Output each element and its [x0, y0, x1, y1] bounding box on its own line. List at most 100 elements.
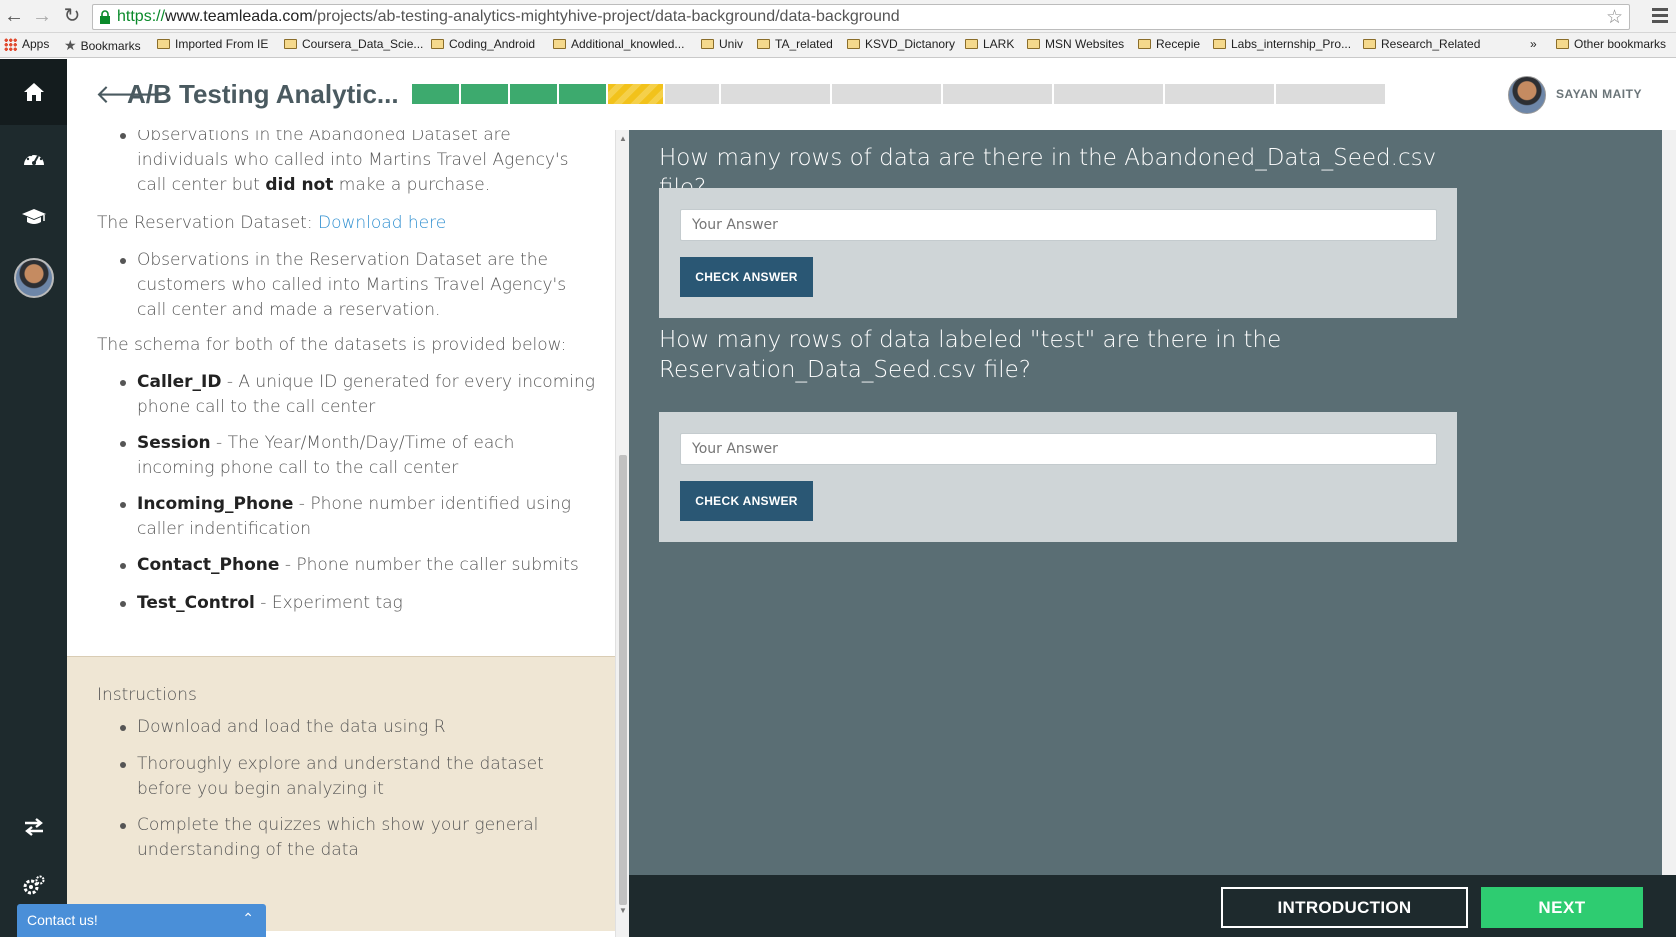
folder-icon	[1027, 39, 1040, 49]
folder-icon	[1363, 39, 1376, 49]
list-item: Observations in the Abandoned Dataset ar…	[120, 130, 597, 198]
apps-grid-icon	[4, 37, 17, 51]
lesson-scrollbar[interactable]: ▲ ▼	[615, 130, 629, 937]
sidebar-profile[interactable]	[0, 245, 67, 311]
schema-item: Contact_Phone - Phone number the caller …	[120, 553, 597, 578]
scroll-up-icon[interactable]: ▲	[619, 134, 627, 143]
instructions-title: Instructions	[97, 685, 197, 705]
progress-segment-todo[interactable]	[943, 84, 1052, 104]
folder-icon	[1138, 39, 1151, 49]
progress-segment-done[interactable]	[461, 84, 508, 104]
folder-icon	[1556, 39, 1569, 49]
folder-icon	[284, 39, 297, 49]
next-button[interactable]: NEXT	[1481, 887, 1643, 928]
bookmark-other[interactable]: Other bookmarks	[1556, 37, 1666, 51]
progress-bar	[412, 84, 1443, 104]
address-bar[interactable]: https://www.teamleada.com/projects/ab-te…	[92, 4, 1630, 30]
bookmark-folder[interactable]: Coursera_Data_Scie...	[284, 37, 423, 51]
folder-icon	[553, 39, 566, 49]
quiz-panel: How many rows of data are there in the A…	[629, 130, 1676, 875]
introduction-button[interactable]: INTRODUCTION	[1221, 887, 1468, 928]
answer-card: CHECK ANSWER	[659, 188, 1457, 318]
sidebar-switch[interactable]	[0, 794, 67, 860]
progress-segment-todo[interactable]	[832, 84, 941, 104]
progress-segment-todo[interactable]	[1054, 84, 1163, 104]
progress-segment-todo[interactable]	[665, 84, 719, 104]
lock-icon	[100, 10, 110, 24]
progress-segment-todo[interactable]	[1276, 84, 1385, 104]
bookmark-folder[interactable]: Additional_knowled...	[553, 37, 684, 51]
schema-intro: The schema for both of the datasets is p…	[97, 335, 567, 355]
bookmark-folder[interactable]: Research_Related	[1363, 37, 1480, 51]
bookmark-bookmarks[interactable]: ★ Bookmarks	[64, 37, 141, 54]
url-text: https://www.teamleada.com/projects/ab-te…	[117, 8, 900, 25]
bookmark-star-icon[interactable]: ☆	[1606, 6, 1623, 29]
folder-icon	[1213, 39, 1226, 49]
home-icon	[23, 83, 44, 101]
question-text: How many rows of data labeled "test" are…	[659, 327, 1282, 383]
reservation-dataset-paragraph: The Reservation Dataset: Download here	[97, 213, 447, 233]
star-icon: ★	[64, 37, 77, 53]
folder-icon	[757, 39, 770, 49]
schema-item: Session - The Year/Month/Day/Time of eac…	[120, 431, 597, 481]
course-title[interactable]: A/B Testing Analytic...	[127, 79, 399, 110]
swap-icon	[24, 818, 43, 836]
folder-icon	[965, 39, 978, 49]
bookmark-folder[interactable]: KSVD_Dictanory	[847, 37, 955, 51]
reload-icon[interactable]: ↻	[60, 4, 84, 28]
browser-toolbar: ← → ↻ https://www.teamleada.com/projects…	[0, 0, 1676, 33]
user-avatar[interactable]	[1508, 76, 1546, 114]
download-reservation-link[interactable]: Download here	[318, 213, 446, 233]
scroll-down-icon[interactable]: ▼	[619, 906, 627, 915]
bookmark-folder[interactable]: Coding_Android	[431, 37, 535, 51]
bookmark-apps[interactable]: Apps	[4, 37, 49, 51]
scrollbar-thumb[interactable]	[619, 455, 627, 905]
instruction-item: Complete the quizzes which show your gen…	[120, 813, 597, 863]
user-name[interactable]: SAYAN MAITY	[1556, 87, 1642, 101]
check-answer-button[interactable]: CHECK ANSWER	[680, 481, 813, 521]
answer-card: CHECK ANSWER	[659, 412, 1457, 542]
answer-input[interactable]	[680, 209, 1437, 241]
bookmark-folder[interactable]: Univ	[701, 37, 743, 51]
dashboard-icon	[23, 152, 44, 165]
progress-segment-done[interactable]	[412, 84, 459, 104]
sidebar-home[interactable]	[0, 59, 67, 125]
instructions-box: Instructions Download and load the data …	[67, 656, 615, 931]
folder-icon	[847, 39, 860, 49]
sidebar-dashboard[interactable]	[0, 125, 67, 191]
browser-menu-icon[interactable]	[1650, 6, 1670, 26]
forward-icon[interactable]: →	[30, 4, 54, 28]
schema-item: Incoming_Phone - Phone number identified…	[120, 492, 597, 542]
sidebar-courses[interactable]	[0, 184, 67, 250]
answer-input[interactable]	[680, 433, 1437, 465]
course-header: 🡐 A/B Testing Analytic... SAYAN MAITY	[67, 59, 1676, 130]
progress-segment-current[interactable]	[608, 84, 663, 104]
progress-segment-done[interactable]	[559, 84, 606, 104]
folder-icon	[431, 39, 444, 49]
bookmark-folder[interactable]: TA_related	[757, 37, 833, 51]
contact-us-label: Contact us!	[27, 912, 98, 928]
contact-us-widget[interactable]: Contact us! ⌃	[17, 904, 266, 937]
progress-segment-done[interactable]	[510, 84, 557, 104]
bookmarks-overflow[interactable]: »	[1530, 37, 1537, 51]
lesson-content: Observations in the Abandoned Dataset ar…	[67, 130, 615, 656]
progress-segment-todo[interactable]	[721, 84, 830, 104]
check-answer-button[interactable]: CHECK ANSWER	[680, 257, 813, 297]
folder-icon	[157, 39, 170, 49]
quiz-scrollbar[interactable]	[1662, 130, 1676, 875]
back-icon[interactable]: ←	[2, 4, 26, 28]
list-item: Observations in the Reservation Dataset …	[120, 248, 597, 323]
lesson-panel: Observations in the Abandoned Dataset ar…	[67, 130, 615, 937]
schema-item: Caller_ID - A unique ID generated for ev…	[120, 370, 597, 420]
bookmark-folder[interactable]: LARK	[965, 37, 1014, 51]
lesson-footer: INTRODUCTION NEXT	[629, 875, 1676, 937]
bookmark-folder[interactable]: Recepie	[1138, 37, 1200, 51]
progress-segment-todo[interactable]	[1165, 84, 1274, 104]
bookmark-folder[interactable]: Labs_internship_Pro...	[1213, 37, 1351, 51]
app-sidebar	[0, 59, 67, 937]
bookmark-folder[interactable]: MSN Websites	[1027, 37, 1124, 51]
bookmark-folder[interactable]: Imported From IE	[157, 37, 268, 51]
chevron-up-icon: ⌃	[242, 910, 254, 926]
instruction-item: Download and load the data using R	[120, 715, 597, 740]
instruction-item: Thoroughly explore and understand the da…	[120, 752, 597, 802]
